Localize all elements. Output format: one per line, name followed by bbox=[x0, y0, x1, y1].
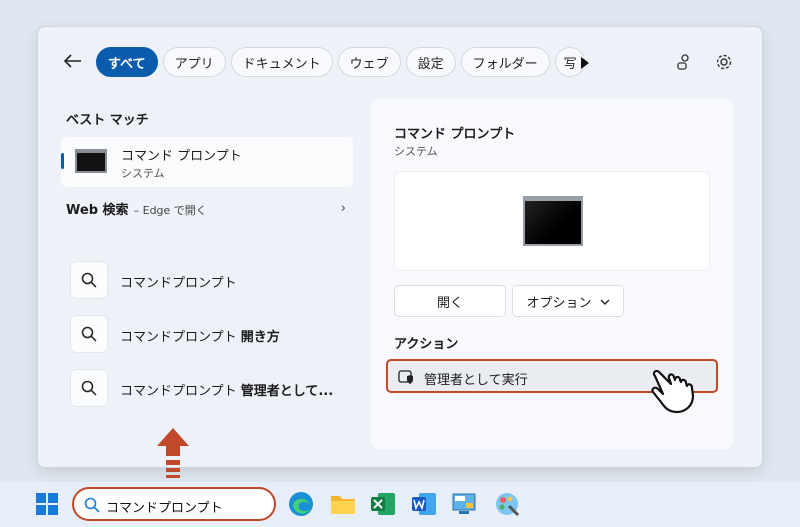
search-icon bbox=[84, 497, 100, 513]
best-match-heading: ベスト マッチ bbox=[66, 113, 149, 128]
actions-heading: アクション bbox=[394, 337, 459, 352]
file-explorer-icon[interactable] bbox=[329, 490, 357, 518]
gear-icon[interactable] bbox=[714, 52, 734, 72]
best-match-name: コマンド プロンプト bbox=[121, 149, 242, 164]
command-prompt-icon bbox=[75, 149, 107, 173]
paint-icon[interactable] bbox=[493, 490, 521, 518]
excel-icon[interactable] bbox=[369, 490, 397, 518]
account-switch-icon[interactable] bbox=[674, 52, 694, 72]
best-match-item[interactable]: コマンド プロンプト システム bbox=[61, 137, 353, 187]
web-search-sub: – Edge で開く bbox=[133, 204, 207, 217]
open-button[interactable]: 開く bbox=[394, 285, 506, 317]
filter-tabs: すべて アプリ ドキュメント ウェブ 設定 フォルダー 写 bbox=[96, 47, 585, 77]
back-arrow-icon[interactable] bbox=[62, 50, 84, 72]
filter-bar: すべて アプリ ドキュメント ウェブ 設定 フォルダー 写 bbox=[38, 27, 762, 99]
command-prompt-large-icon bbox=[523, 196, 583, 246]
search-icon bbox=[70, 315, 108, 353]
web-search-row[interactable]: Web 検索 – Edge で開く › bbox=[66, 199, 346, 221]
search-icon bbox=[70, 261, 108, 299]
tab-folders[interactable]: フォルダー bbox=[460, 47, 550, 77]
best-match-type: システム bbox=[121, 167, 165, 180]
options-button-label: オプション bbox=[526, 295, 592, 311]
tab-settings[interactable]: 設定 bbox=[405, 47, 456, 77]
edge-icon[interactable] bbox=[287, 490, 315, 518]
app-preview bbox=[394, 171, 710, 271]
control-panel-icon[interactable] bbox=[450, 490, 478, 518]
up-arrow-indicator-icon bbox=[157, 428, 189, 478]
run-as-admin-label: 管理者として実行 bbox=[424, 373, 528, 388]
chevron-down-icon bbox=[600, 294, 610, 309]
app-subtitle: システム bbox=[394, 145, 438, 158]
chevron-right-icon: › bbox=[340, 201, 346, 216]
admin-shield-icon bbox=[398, 370, 413, 384]
taskbar-search-box[interactable]: コマンドプロンプト bbox=[72, 487, 276, 521]
open-button-label: 開く bbox=[436, 295, 463, 311]
suggestion-text: コマンドプロンプト 管理者として... bbox=[120, 384, 334, 399]
suggestion-item[interactable]: コマンドプロンプト 管理者として... bbox=[70, 369, 350, 409]
search-query: コマンドプロンプト bbox=[106, 501, 223, 516]
more-tabs-arrow-icon[interactable] bbox=[581, 57, 589, 69]
app-title: コマンド プロンプト bbox=[394, 127, 516, 142]
tab-documents[interactable]: ドキュメント bbox=[230, 47, 333, 77]
search-icon bbox=[70, 369, 108, 407]
hand-pointer-icon bbox=[651, 369, 695, 414]
suggestion-item[interactable]: コマンドプロンプト bbox=[70, 261, 350, 301]
tab-web[interactable]: ウェブ bbox=[337, 47, 401, 77]
tab-apps[interactable]: アプリ bbox=[162, 47, 226, 77]
word-icon[interactable] bbox=[410, 490, 438, 518]
tab-all[interactable]: すべて bbox=[96, 47, 158, 77]
suggestion-item[interactable]: コマンドプロンプト 開き方 bbox=[70, 315, 350, 355]
suggestion-text: コマンドプロンプト 開き方 bbox=[120, 330, 280, 345]
selection-indicator bbox=[61, 153, 64, 169]
windows-start-icon[interactable] bbox=[36, 493, 58, 515]
taskbar: コマンドプロンプト bbox=[0, 482, 800, 527]
web-search-label: Web 検索 bbox=[66, 203, 129, 218]
suggestion-text: コマンドプロンプト bbox=[120, 276, 237, 291]
options-button[interactable]: オプション bbox=[512, 285, 624, 317]
